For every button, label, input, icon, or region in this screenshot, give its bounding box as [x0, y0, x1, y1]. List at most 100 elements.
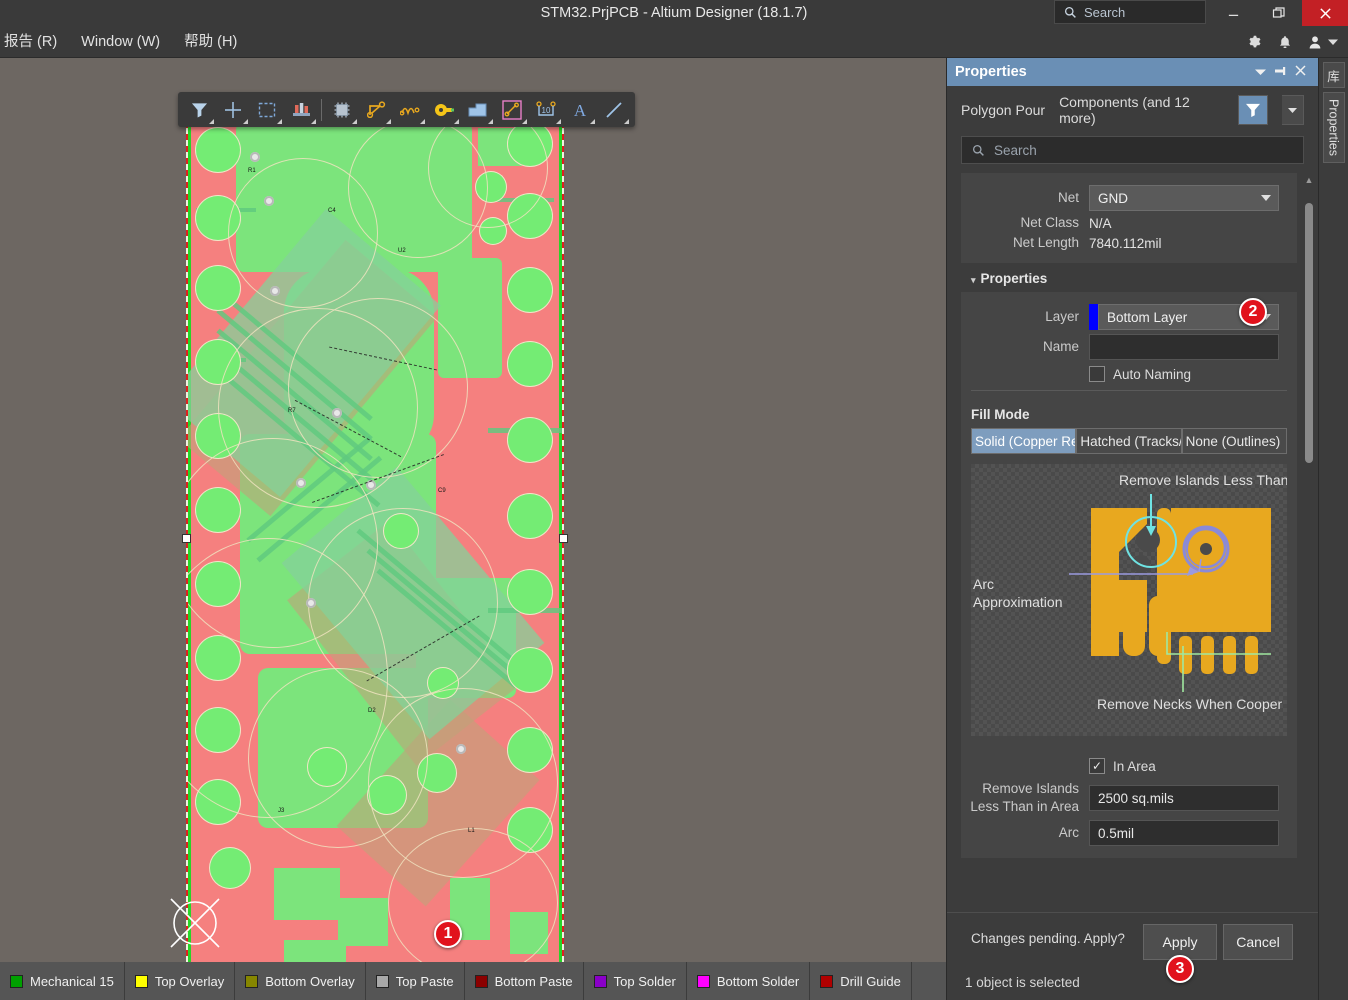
object-type-primary[interactable]: Polygon Pour	[961, 102, 1045, 118]
properties-scroll-body: Net GND Net Class N/A Net Length 7840.11…	[961, 173, 1297, 963]
layer-tab-bottom-solder[interactable]: Bottom Solder	[687, 962, 811, 1000]
bell-icon[interactable]	[1278, 35, 1292, 50]
polygon-pour-icon[interactable]	[461, 93, 495, 126]
name-label: Name	[1042, 339, 1079, 354]
layer-stack-icon[interactable]	[284, 93, 318, 126]
close-button[interactable]	[1302, 0, 1348, 26]
divider	[971, 390, 1287, 391]
remove-islands-label-line1: Remove Islands	[982, 781, 1079, 796]
arc-approximation-row: Arc 0.5mil	[961, 820, 1297, 846]
panel-search-input[interactable]: Search	[961, 136, 1304, 164]
menu-item-help[interactable]: 帮助 (H)	[172, 26, 249, 58]
component-icon[interactable]	[325, 93, 359, 126]
properties-section-title[interactable]: ▾ Properties	[961, 263, 1297, 292]
crosshair-icon[interactable]	[216, 93, 250, 126]
pcb-board[interactable]: R1 C4 U2 R7 C9 D2 J3 L1	[182, 108, 568, 962]
net-class-label: Net Class	[1020, 215, 1079, 230]
chevron-down-icon[interactable]	[1328, 38, 1338, 46]
fill-mode-none[interactable]: None (Outlines)	[1181, 428, 1287, 454]
auto-naming-checkbox[interactable]	[1089, 366, 1105, 382]
in-area-checkbox[interactable]: ✓	[1089, 758, 1105, 774]
fill-mode-selector[interactable]: Solid (Copper Re Hatched (Tracks/ None (…	[971, 428, 1287, 454]
fill-mode-hatched[interactable]: Hatched (Tracks/	[1076, 428, 1182, 454]
layer-tab-top-paste[interactable]: Top Paste	[366, 962, 465, 1000]
layer-color-swatch	[134, 974, 148, 988]
svg-text:A: A	[574, 101, 587, 119]
layer-tab-bar[interactable]: Mechanical 15 Top Overlay Bottom Overlay…	[0, 962, 946, 1000]
net-length-value: 7840.112mil	[1089, 235, 1162, 251]
line-icon[interactable]	[597, 93, 631, 126]
svg-text:10: 10	[542, 106, 551, 115]
dropdown-corner	[590, 119, 595, 124]
via-pad-icon[interactable]	[427, 93, 461, 126]
scroll-thumb[interactable]	[1305, 203, 1313, 463]
filter-icon[interactable]	[182, 93, 216, 126]
chevron-down-icon[interactable]	[1250, 65, 1270, 79]
changes-pending-text: Changes pending. Apply?	[971, 931, 1125, 946]
selection-handle[interactable]	[559, 534, 568, 543]
layer-tab-label: Bottom Solder	[716, 973, 800, 989]
layer-tab-top-solder[interactable]: Top Solder	[584, 962, 687, 1000]
component-pad	[508, 418, 552, 462]
layer-tab-mechanical-15[interactable]: Mechanical 15	[0, 962, 125, 1000]
user-icon[interactable]	[1308, 35, 1322, 50]
search-icon	[1064, 6, 1076, 18]
in-area-label: In Area	[1113, 758, 1156, 774]
coordinate-icon[interactable]: 10	[529, 93, 563, 126]
panel-scrollbar[interactable]: ▲ ▼	[1303, 173, 1315, 963]
layer-color-swatch	[696, 974, 710, 988]
auto-naming-row[interactable]: Auto Naming	[1089, 366, 1297, 382]
component-pad	[508, 648, 552, 692]
fill-mode-solid[interactable]: Solid (Copper Re	[971, 428, 1077, 454]
area-section: ✓ In Area Remove Islands Less Than in Ar…	[961, 744, 1297, 858]
object-type-secondary[interactable]: Components (and 12 more)	[1059, 94, 1224, 126]
cancel-button[interactable]: Cancel	[1223, 924, 1293, 960]
altium-designer-window: STM32.PrjPCB - Altium Designer (18.1.7) …	[0, 0, 1348, 1000]
panel-search-placeholder: Search	[994, 142, 1037, 158]
layer-tab-bottom-paste[interactable]: Bottom Paste	[465, 962, 584, 1000]
gear-icon[interactable]	[1247, 35, 1262, 50]
dimension-icon[interactable]	[495, 93, 529, 126]
title-bar: STM32.PrjPCB - Altium Designer (18.1.7) …	[0, 0, 1348, 26]
component-pad	[508, 494, 552, 538]
remove-islands-input[interactable]: 2500 sq.mils	[1089, 785, 1279, 811]
dock-tab-library[interactable]: 库	[1322, 62, 1345, 88]
pin-icon[interactable]	[1270, 65, 1290, 80]
pcb-floating-toolbar[interactable]: 10 A	[178, 92, 635, 127]
close-icon[interactable]	[1290, 65, 1310, 79]
fill-mode-diagram: Remove Islands Less Than Arc Approximati…	[971, 464, 1287, 736]
layer-tab-label: Mechanical 15	[30, 973, 114, 989]
in-area-row[interactable]: ✓ In Area	[1089, 758, 1297, 774]
layer-tab-drill-guide[interactable]: Drill Guide	[810, 962, 912, 1000]
maximize-button[interactable]	[1256, 0, 1302, 26]
collapse-triangle-icon: ▾	[971, 275, 976, 285]
restore-icon	[1272, 7, 1285, 18]
component-pad	[508, 342, 552, 386]
board-copper-area: R1 C4 U2 R7 C9 D2 J3 L1	[188, 108, 562, 962]
net-dropdown[interactable]: GND	[1089, 185, 1279, 211]
dock-tab-properties[interactable]: Properties	[1322, 92, 1345, 163]
layer-tab-top-overlay[interactable]: Top Overlay	[125, 962, 236, 1000]
layer-tab-bottom-overlay[interactable]: Bottom Overlay	[235, 962, 366, 1000]
menu-item-window[interactable]: Window (W)	[69, 26, 172, 58]
arc-input[interactable]: 0.5mil	[1089, 820, 1279, 846]
selection-box-icon[interactable]	[250, 93, 284, 126]
global-search-input[interactable]: Search	[1054, 0, 1206, 24]
component-pad	[196, 266, 240, 310]
filter-toggle-button[interactable]	[1238, 95, 1268, 125]
remove-islands-label-line2: Less Than in Area	[970, 799, 1079, 814]
dropdown-corner	[420, 119, 425, 124]
selection-handle[interactable]	[182, 534, 191, 543]
name-input[interactable]	[1089, 334, 1279, 360]
text-string-icon[interactable]: A	[563, 93, 597, 126]
filter-dropdown-button[interactable]	[1282, 95, 1304, 125]
menu-item-report[interactable]: 报告 (R)	[0, 26, 69, 58]
selection-status-text: 1 object is selected	[965, 975, 1080, 990]
minimize-button[interactable]	[1210, 0, 1256, 26]
via	[264, 196, 274, 206]
scroll-up-arrow[interactable]: ▲	[1303, 173, 1315, 187]
route-track-icon[interactable]	[359, 93, 393, 126]
crosshair-cursor	[170, 898, 220, 948]
differential-pair-icon[interactable]	[393, 93, 427, 126]
pcb-canvas[interactable]: R1 C4 U2 R7 C9 D2 J3 L1 1	[0, 58, 946, 962]
